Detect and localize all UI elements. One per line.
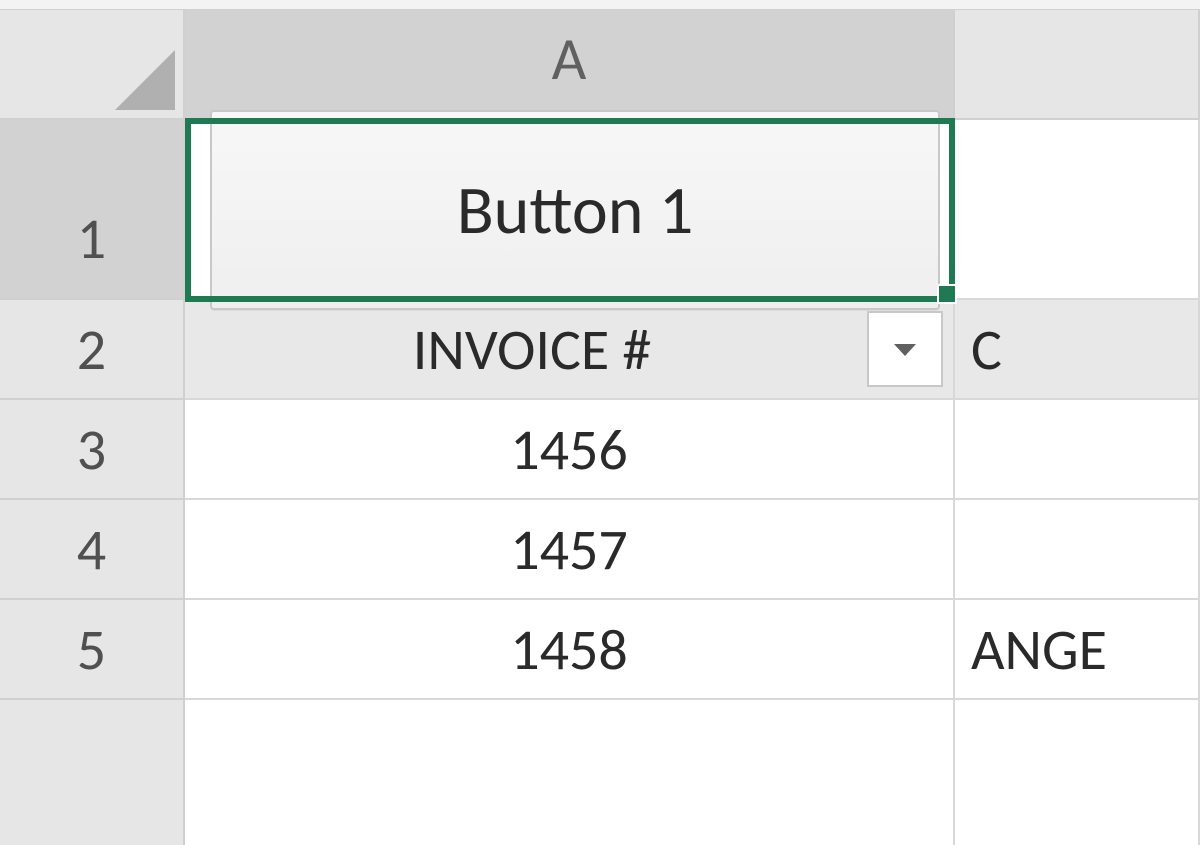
cell-A5[interactable]: 1458 <box>185 600 955 700</box>
row-header-2[interactable]: 2 <box>0 300 185 400</box>
column-header-B-partial[interactable] <box>955 0 1200 120</box>
cell-B2-table-header-partial[interactable]: C <box>955 300 1200 400</box>
cell-value: 1458 <box>510 614 628 685</box>
column-header-label: A <box>552 23 587 96</box>
select-all-triangle-icon <box>105 40 175 110</box>
row-header-4[interactable]: 4 <box>0 500 185 600</box>
table-header-label-partial: C <box>971 314 1002 385</box>
row-header-5[interactable]: 5 <box>0 600 185 700</box>
cell-B1[interactable] <box>955 120 1200 300</box>
row-header-label: 2 <box>77 314 106 385</box>
column-header-A[interactable]: A <box>185 0 955 120</box>
row-header-label: 4 <box>77 514 106 585</box>
macro-button-label: Button 1 <box>457 169 694 252</box>
row-header-1[interactable]: 1 <box>0 120 185 300</box>
select-all-corner[interactable] <box>0 0 185 120</box>
row-header-label: 3 <box>77 414 106 485</box>
row-header-6-partial[interactable] <box>0 700 185 845</box>
row-header-label: 5 <box>77 614 106 685</box>
table-header-label: INVOICE # <box>413 314 651 385</box>
filter-dropdown-button[interactable] <box>867 311 943 387</box>
chevron-down-icon <box>890 334 920 364</box>
row-header-3[interactable]: 3 <box>0 400 185 500</box>
cell-B4[interactable] <box>955 500 1200 600</box>
cell-A2-table-header[interactable]: INVOICE # <box>185 300 955 400</box>
cell-A6-partial[interactable] <box>185 700 955 845</box>
cell-value: 1456 <box>510 414 628 485</box>
cell-A3[interactable]: 1456 <box>185 400 955 500</box>
row-header-label: 1 <box>77 203 106 274</box>
cell-B6-partial[interactable] <box>955 700 1200 845</box>
cell-B3[interactable] <box>955 400 1200 500</box>
cell-value: ANGE <box>971 614 1107 685</box>
macro-button-1[interactable]: Button 1 <box>210 110 940 310</box>
cell-B5[interactable]: ANGE <box>955 600 1200 700</box>
window-chrome-fragment <box>0 0 1200 10</box>
cell-A4[interactable]: 1457 <box>185 500 955 600</box>
cell-value: 1457 <box>510 514 628 585</box>
